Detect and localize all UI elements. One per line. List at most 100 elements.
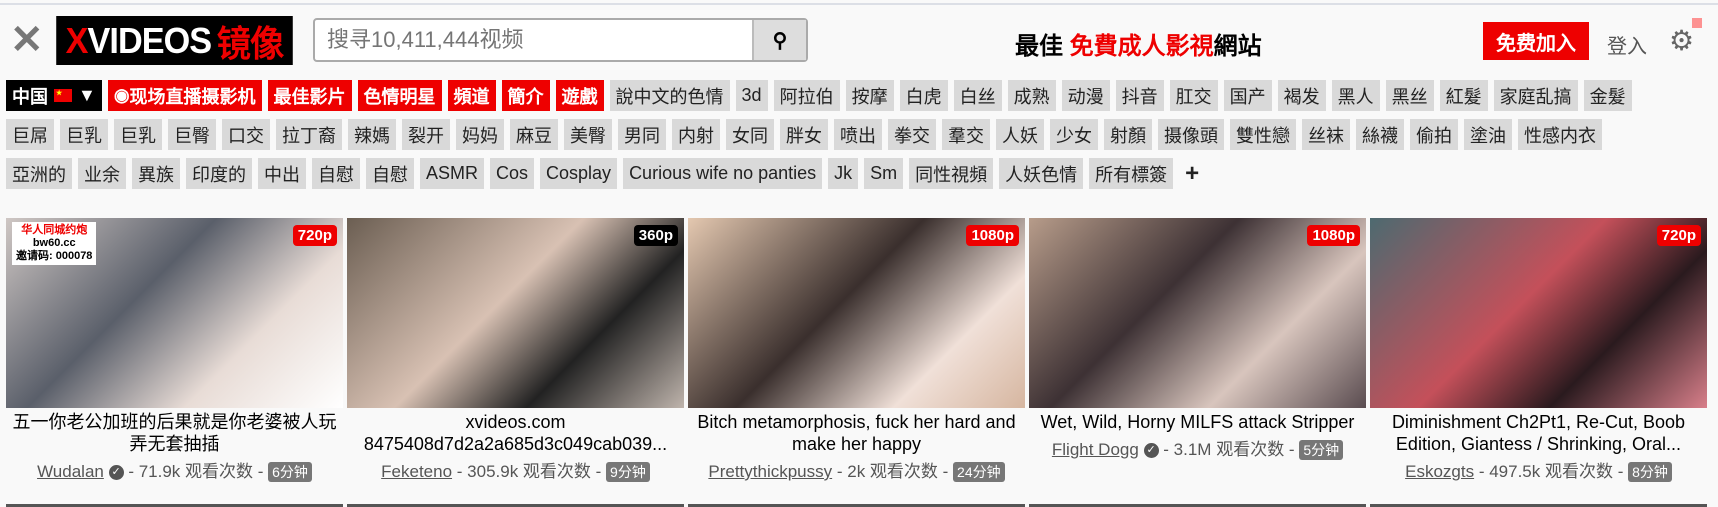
tag-link[interactable]: 人妖色情 xyxy=(999,158,1084,189)
tag-link[interactable]: 胖女 xyxy=(780,119,828,150)
tag-link[interactable]: 自慰 xyxy=(312,158,360,189)
tag-link[interactable]: 3d xyxy=(735,80,768,111)
tag-link[interactable]: 国产 xyxy=(1223,80,1272,111)
featured-tag[interactable]: 遊戲 xyxy=(555,80,604,111)
featured-tag[interactable]: 最佳影片 xyxy=(267,80,352,111)
tag-link[interactable]: 摄像頭 xyxy=(1158,119,1224,150)
tag-link[interactable]: 阿拉伯 xyxy=(773,80,840,111)
tag-link[interactable]: 自慰 xyxy=(366,158,414,189)
tag-link[interactable]: 白丝 xyxy=(953,80,1002,111)
search-icon: ⚲ xyxy=(772,29,788,52)
tag-link[interactable]: 紅髮 xyxy=(1439,80,1488,111)
tag-link[interactable]: 拉丁裔 xyxy=(276,119,342,150)
tag-link[interactable]: 抖音 xyxy=(1115,80,1164,111)
video-title[interactable]: Diminishment Ch2Pt1, Re-Cut, Boob Editio… xyxy=(1370,411,1707,455)
tag-link[interactable]: 同性視頻 xyxy=(909,158,994,189)
tag-link[interactable]: 說中文的色情 xyxy=(609,80,730,111)
view-count: 3.1M 观看次数 xyxy=(1173,440,1285,459)
tag-link[interactable]: 按摩 xyxy=(845,80,894,111)
tag-link[interactable]: 羣交 xyxy=(942,119,990,150)
join-button[interactable]: 免费加入 xyxy=(1483,22,1589,60)
tag-link[interactable]: 裂开 xyxy=(402,119,450,150)
tag-link[interactable]: 少女 xyxy=(1050,119,1098,150)
tag-link[interactable]: 动漫 xyxy=(1061,80,1110,111)
tag-link[interactable]: 家庭乱搞 xyxy=(1493,80,1578,111)
tag-link[interactable]: 肛交 xyxy=(1169,80,1218,111)
tag-link[interactable]: 黑丝 xyxy=(1385,80,1434,111)
tag-link[interactable]: 麻豆 xyxy=(510,119,558,150)
tag-link[interactable]: 巨乳 xyxy=(114,119,162,150)
tag-link[interactable]: 所有標簽 xyxy=(1089,158,1174,189)
tag-link[interactable]: 业余 xyxy=(78,158,126,189)
video-title[interactable]: 五一你老公加班的后果就是你老婆被人玩弄无套抽插 xyxy=(6,411,343,455)
featured-tag[interactable]: 簡介 xyxy=(501,80,550,111)
tag-link[interactable]: 印度的 xyxy=(186,158,252,189)
tag-link[interactable]: 男同 xyxy=(618,119,666,150)
tag-link[interactable]: 拳交 xyxy=(888,119,936,150)
tag-link[interactable]: 成熟 xyxy=(1007,80,1056,111)
tag-link[interactable]: 偷拍 xyxy=(1410,119,1458,150)
close-icon[interactable]: ✕ xyxy=(10,18,44,62)
tag-link[interactable]: 巨乳 xyxy=(60,119,108,150)
tag-link[interactable]: 射顏 xyxy=(1104,119,1152,150)
video-thumbnail[interactable]: 1080p xyxy=(688,218,1025,408)
search-button[interactable]: ⚲ xyxy=(752,20,806,60)
uploader-link[interactable]: Eskozgts xyxy=(1405,462,1474,481)
video-thumbnail[interactable]: 360p xyxy=(347,218,684,408)
top-border xyxy=(0,3,1718,5)
tag-link[interactable]: Cosplay xyxy=(540,158,618,189)
tag-link[interactable]: 美臀 xyxy=(564,119,612,150)
tag-link[interactable]: 人妖 xyxy=(996,119,1044,150)
tag-link[interactable]: 黑人 xyxy=(1331,80,1380,111)
tag-link[interactable]: 巨屌 xyxy=(6,119,54,150)
uploader-link[interactable]: Flight Dogg xyxy=(1052,440,1139,459)
video-thumbnail[interactable]: 1080p xyxy=(1029,218,1366,408)
tag-link[interactable]: 丝袜 xyxy=(1302,119,1350,150)
video-title[interactable]: Wet, Wild, Horny MILFS attack Stripper xyxy=(1029,411,1366,433)
tag-link[interactable]: 女同 xyxy=(726,119,774,150)
login-link[interactable]: 登入 xyxy=(1607,30,1647,59)
video-title[interactable]: xvideos.com 8475408d7d2a2a685d3c049cab03… xyxy=(347,411,684,455)
logo-videos: VIDEOS xyxy=(87,19,212,61)
flag-icon xyxy=(1692,18,1702,28)
tag-link[interactable]: ASMR xyxy=(420,158,485,189)
tag-link[interactable]: 喷出 xyxy=(834,119,882,150)
video-title[interactable]: Bitch metamorphosis, fuck her hard and m… xyxy=(688,411,1025,455)
tag-link[interactable]: Sm xyxy=(864,158,904,189)
video-thumbnail[interactable]: 720p xyxy=(1370,218,1707,408)
video-card: 1080p Wet, Wild, Horny MILFS attack Strip… xyxy=(1029,218,1366,482)
tag-link[interactable]: 亞洲的 xyxy=(6,158,72,189)
featured-tag[interactable]: ◉ 现场直播摄影机 xyxy=(107,80,262,111)
featured-tag[interactable]: 色情明星 xyxy=(357,80,442,111)
tag-link[interactable]: 中出 xyxy=(258,158,306,189)
search-input[interactable] xyxy=(315,20,752,60)
site-logo[interactable]: X VIDEOS 镜像 xyxy=(56,16,293,65)
tag-link[interactable]: 性感内衣 xyxy=(1518,119,1602,150)
tag-link[interactable]: Curious wife no panties xyxy=(623,158,823,189)
uploader-link[interactable]: Feketeno xyxy=(381,462,452,481)
gear-icon[interactable]: ⚙ xyxy=(1669,24,1694,57)
tag-link[interactable]: 雙性戀 xyxy=(1230,119,1296,150)
watermark: 华人同城约炮 bw60.cc 邀请码: 000078 xyxy=(12,222,97,265)
tag-link[interactable]: 塗油 xyxy=(1464,119,1512,150)
tag-link[interactable]: 絲襪 xyxy=(1356,119,1404,150)
quality-badge: 1080p xyxy=(966,225,1019,246)
tag-link[interactable]: 辣媽 xyxy=(348,119,396,150)
tag-link[interactable]: 異族 xyxy=(132,158,180,189)
tag-link[interactable]: 巨臀 xyxy=(168,119,216,150)
tag-link[interactable]: 口交 xyxy=(222,119,270,150)
tag-link[interactable]: Jk xyxy=(828,158,859,189)
tag-link[interactable]: 金髮 xyxy=(1583,80,1632,111)
tag-link[interactable]: Cos xyxy=(490,158,535,189)
tag-link[interactable]: 褐发 xyxy=(1277,80,1326,111)
more-tags-button[interactable]: + xyxy=(1179,158,1205,189)
uploader-link[interactable]: Prettythickpussy xyxy=(708,462,832,481)
logo-mirror: 镜像 xyxy=(216,22,284,64)
featured-tag[interactable]: 頻道 xyxy=(447,80,496,111)
tag-link[interactable]: 白虎 xyxy=(899,80,948,111)
tag-link[interactable]: 内射 xyxy=(672,119,720,150)
uploader-link[interactable]: Wudalan xyxy=(37,462,104,481)
country-selector[interactable]: 中国 ▼ xyxy=(6,80,102,111)
tag-link[interactable]: 妈妈 xyxy=(456,119,504,150)
video-thumbnail[interactable]: 720p 华人同城约炮 bw60.cc 邀请码: 000078 xyxy=(6,218,343,408)
